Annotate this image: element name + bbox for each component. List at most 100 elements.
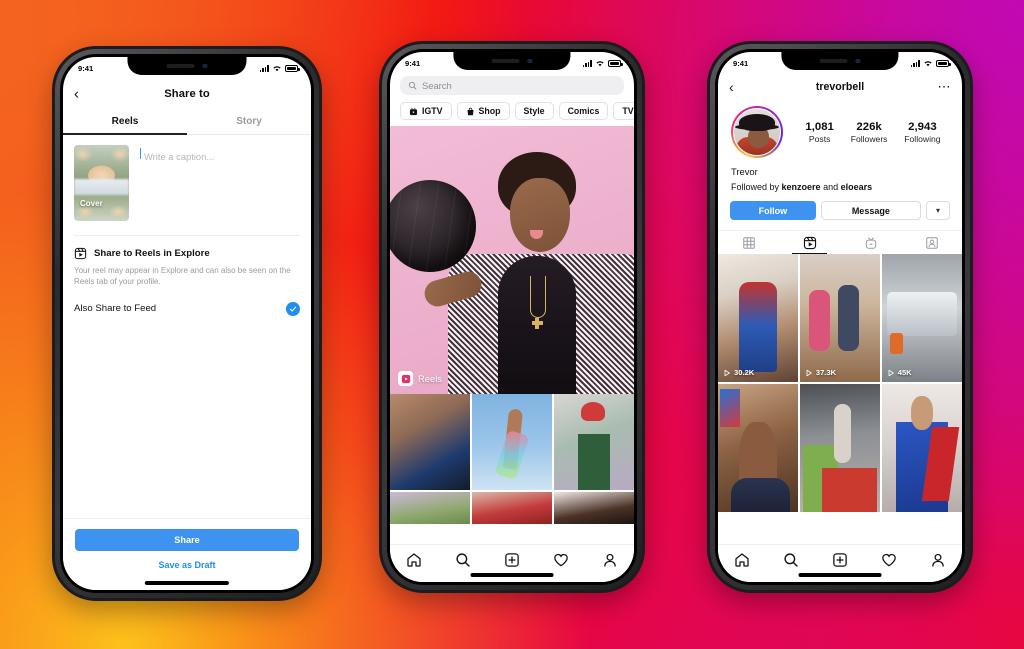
- explore-tile[interactable]: [390, 491, 471, 524]
- heart-icon[interactable]: [881, 552, 897, 568]
- stat-posts[interactable]: 1,081 Posts: [805, 120, 834, 144]
- chevron-down-icon[interactable]: ▾: [926, 201, 950, 220]
- battery-icon: [936, 60, 951, 67]
- profile-tab-reels[interactable]: [779, 231, 840, 255]
- speaker-grille: [491, 59, 520, 63]
- front-camera-icon: [202, 63, 208, 69]
- cellular-bars-icon: [582, 60, 592, 67]
- followed-by-user1[interactable]: kenzoere: [782, 182, 821, 192]
- home-icon[interactable]: [406, 552, 422, 568]
- reels-badge-label: Reels: [418, 373, 442, 384]
- message-button[interactable]: Message: [820, 201, 921, 220]
- explore-tile[interactable]: [553, 491, 634, 524]
- feed-checkbox[interactable]: [286, 301, 300, 316]
- reel-tile[interactable]: 45K: [881, 254, 962, 382]
- also-share-to-feed-row[interactable]: Also Share to Feed: [74, 288, 300, 316]
- search-icon[interactable]: [455, 552, 471, 568]
- reel-tile[interactable]: 37.3K: [799, 254, 881, 382]
- phone3-screen: 9:41 ‹ trevorbell ⋯ 1,081 Posts 226k Fol…: [718, 52, 962, 582]
- phone3-header: ‹ trevorbell ⋯: [718, 73, 962, 101]
- avatar[interactable]: [731, 106, 783, 158]
- caption-input[interactable]: Write a caption...: [140, 145, 300, 221]
- reel-view-count: 30.2K: [723, 368, 754, 377]
- igtv-icon: [409, 107, 418, 115]
- cover-thumbnail[interactable]: Cover: [74, 145, 129, 221]
- plus-square-icon[interactable]: [504, 552, 520, 568]
- follow-button[interactable]: Follow: [730, 201, 816, 220]
- stat-label: Posts: [808, 134, 831, 145]
- text-caret: [140, 148, 142, 159]
- profile-tab-tagged[interactable]: [901, 231, 962, 254]
- reel-tile[interactable]: [881, 383, 962, 512]
- stat-following[interactable]: 2,943 Following: [904, 120, 940, 144]
- chip-igtv[interactable]: IGTV: [400, 102, 452, 120]
- chip-label: Style: [523, 106, 545, 116]
- back-icon[interactable]: ‹: [74, 87, 79, 102]
- category-chips[interactable]: IGTV Shop Style Comics TV & Movies: [390, 95, 634, 126]
- profile-actions: Follow Message ▾: [718, 192, 962, 230]
- search-input[interactable]: Search: [400, 76, 624, 95]
- reel-view-count: 45K: [887, 368, 912, 377]
- chip-style[interactable]: Style: [514, 102, 554, 120]
- igtv-icon: [865, 236, 876, 249]
- status-indicators: [910, 59, 951, 67]
- phone2-bezel: 9:41 Search IGTV Shop Style Comics TV Re…: [387, 49, 637, 585]
- heart-icon[interactable]: [553, 552, 569, 568]
- explore-tile[interactable]: [471, 394, 553, 490]
- status-time: 9:41: [78, 63, 94, 73]
- explore-tile[interactable]: [390, 394, 471, 490]
- chip-comics[interactable]: Comics: [558, 102, 609, 120]
- share-button[interactable]: Share: [75, 529, 299, 551]
- back-icon[interactable]: ‹: [729, 79, 734, 95]
- share-to-explore-description: Your reel may appear in Explore and can …: [74, 266, 291, 287]
- status-indicators: [259, 64, 300, 72]
- share-to-explore-row[interactable]: Share to Reels in Explore: [74, 236, 300, 260]
- plus-square-icon[interactable]: [832, 552, 848, 568]
- search-icon[interactable]: [783, 552, 799, 568]
- phone2-screen: 9:41 Search IGTV Shop Style Comics TV Re…: [390, 52, 634, 582]
- tab-reels[interactable]: Reels: [63, 111, 187, 135]
- chip-label: TV & Movies: [622, 106, 634, 116]
- reels-icon: [398, 371, 413, 386]
- profile-tab-grid[interactable]: [718, 231, 779, 254]
- chip-shop[interactable]: Shop: [456, 102, 510, 120]
- person-icon[interactable]: [930, 552, 946, 568]
- phone1-header: ‹ Share to: [63, 77, 311, 111]
- explore-tile[interactable]: [553, 394, 634, 490]
- home-indicator[interactable]: [470, 573, 554, 577]
- profile-username: trevorbell: [815, 81, 865, 93]
- explore-tile[interactable]: [471, 491, 553, 524]
- profile-display-name: Trevor: [731, 166, 758, 177]
- grid-icon: [742, 236, 755, 249]
- hero-face: [510, 178, 570, 252]
- profile-tab-igtv[interactable]: [840, 231, 901, 254]
- stat-value: 226k: [856, 120, 882, 133]
- also-share-to-feed-label: Also Share to Feed: [74, 303, 157, 315]
- more-horizontal-icon[interactable]: ⋯: [938, 79, 952, 95]
- profile-stats: 1,081 Posts 226k Followers 2,943 Followi…: [797, 120, 949, 144]
- reel-tile[interactable]: [718, 383, 799, 512]
- save-as-draft-button[interactable]: Save as Draft: [75, 551, 299, 570]
- followed-by-middle: and: [820, 182, 841, 192]
- avatar-hat: [735, 114, 779, 131]
- chip-label: Shop: [478, 106, 501, 116]
- reel-tile[interactable]: 30.2K: [718, 254, 799, 382]
- home-indicator[interactable]: [144, 581, 230, 585]
- wifi-icon: [273, 66, 281, 72]
- phone1-bezel: 9:41 ‹ Share to Reels Story Cover Write …: [60, 54, 314, 593]
- stat-value: 1,081: [805, 120, 834, 133]
- shop-bag-icon: [467, 107, 474, 115]
- person-icon[interactable]: [602, 552, 618, 568]
- notch: [453, 52, 571, 70]
- phone1-footer: Share Save as Draft: [63, 518, 311, 590]
- home-indicator[interactable]: [798, 573, 882, 577]
- stat-followers[interactable]: 226k Followers: [851, 120, 888, 144]
- chip-tv-and-movies[interactable]: TV & Movies: [613, 102, 634, 120]
- featured-reel-tile[interactable]: Reels: [390, 126, 634, 394]
- reel-tile[interactable]: [799, 383, 881, 512]
- home-icon[interactable]: [734, 552, 750, 568]
- tab-story[interactable]: Story: [187, 111, 311, 134]
- followed-by-user2[interactable]: eloears: [841, 182, 873, 192]
- stat-label: Followers: [850, 134, 888, 145]
- speaker-grille: [819, 59, 848, 63]
